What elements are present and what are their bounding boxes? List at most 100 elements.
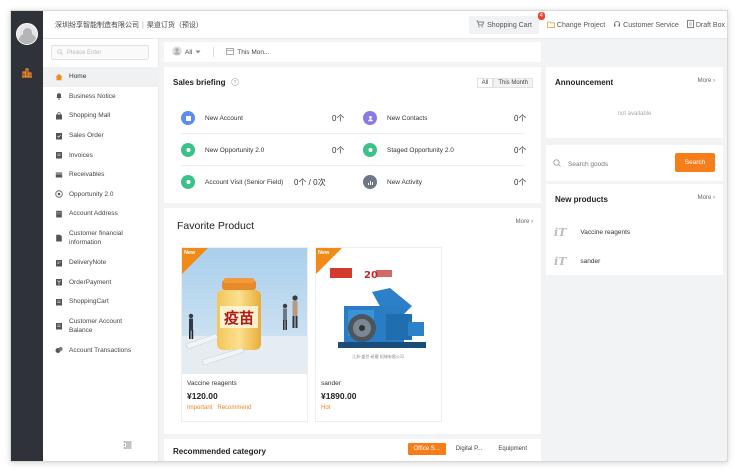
draft-box-link[interactable]: Draft Box [686, 20, 725, 30]
stat-new-activity[interactable]: New Activity [363, 174, 422, 190]
sidebar-item-shopping-cart[interactable]: ShoppingCart [43, 292, 159, 312]
pin-icon [363, 143, 377, 157]
user-icon [172, 46, 182, 58]
contacts-icon [363, 111, 377, 125]
stat-label: New Contacts [387, 114, 428, 122]
tab-equipment[interactable]: Equipment [492, 443, 533, 455]
top-header: 深圳纷享智能制造有限公司 | 渠道订货（预设） Shopping Cart 4 Ch… [43, 11, 727, 39]
product-tag: Recommend [217, 405, 252, 411]
sidebar-item-account-address[interactable]: Account Address [43, 204, 159, 224]
product-price: ¥1890.00 [321, 391, 357, 401]
new-product-name: Vaccine reagents [580, 229, 631, 236]
search-icon [553, 159, 561, 169]
invoice-icon [55, 151, 63, 159]
home-icon [55, 73, 63, 81]
new-products-more-link[interactable]: More › [698, 195, 715, 201]
sidebar-item-label: Customer financial information [69, 230, 123, 247]
vaccine-product-image: 疫苗 New [182, 248, 307, 374]
new-product-item[interactable]: iT sander [554, 255, 600, 268]
announcement-more-link[interactable]: More › [698, 78, 715, 84]
favorite-product-title: Favorite Product [177, 220, 255, 232]
sales-briefing-title: Sales briefing ? [173, 78, 239, 88]
sidebar-item-home[interactable]: Home [43, 67, 159, 87]
stat-label: New Activity [387, 178, 423, 186]
brand-badge-text: 20 [364, 270, 378, 281]
target-icon [55, 190, 63, 199]
search-goods-input[interactable]: Search goods [553, 159, 608, 169]
bar-chart-icon[interactable] [11, 61, 43, 83]
tab-all[interactable]: All [476, 78, 494, 88]
transactions-icon [55, 346, 63, 354]
stat-label: New Opportunity 2.0 [205, 146, 265, 154]
svg-text:?: ? [233, 80, 236, 86]
search-goods-placeholder: Search goods [568, 160, 609, 168]
product-logo-icon: iT [554, 255, 567, 268]
app-window: 深圳纷享智能制造有限公司 | 渠道订货（预设） Shopping Cart 4 Ch… [10, 10, 728, 462]
stat-staged-opportunity[interactable]: Staged Opportunity 2.0 [363, 142, 454, 158]
tab-digital-products[interactable]: Digital P... [450, 443, 489, 455]
sidebar-item-invoices[interactable]: Invoices [43, 145, 159, 165]
new-product-name: sander [580, 258, 601, 265]
stat-new-account[interactable]: New Account [181, 110, 243, 126]
avatar[interactable] [16, 23, 38, 45]
new-products-card: New products More › iT Vaccine reagents … [546, 184, 723, 275]
cart-icon [55, 298, 63, 306]
sidebar-menu: Home Business Notice Shopping Mall Sales… [43, 67, 159, 360]
menu-search-input[interactable]: Please Enter [51, 45, 149, 60]
sidebar-item-label: Account Address [69, 210, 118, 218]
sidebar-item-account-transactions[interactable]: Account Transactions [43, 341, 159, 361]
stat-label: Account Visit (Senior Field) [205, 178, 284, 186]
sidebar-item-business-notice[interactable]: Business Notice [43, 87, 159, 107]
sidebar-item-receivables[interactable]: Receivables [43, 165, 159, 185]
vaccine-label-text: 疫苗 [224, 309, 254, 327]
sidebar-item-account-balance[interactable]: Customer Account Balance [43, 312, 159, 341]
sidebar-item-label: Sales Order [69, 132, 104, 140]
sidebar-item-shopping-mall[interactable]: Shopping Mall [43, 106, 159, 126]
sidebar-item-order-payment[interactable]: OrderPayment [43, 272, 159, 292]
stat-new-contacts[interactable]: New Contacts [363, 110, 427, 126]
announcement-empty-text: not available [617, 111, 652, 117]
bag-icon [55, 112, 63, 120]
tab-office-supplies[interactable]: Office S... [407, 443, 446, 455]
new-product-item[interactable]: iT Vaccine reagents [554, 226, 630, 239]
stat-value: 0个 / 0次 [294, 178, 326, 187]
product-logo-icon: iT [554, 226, 567, 239]
tab-this-month[interactable]: This Month [493, 78, 533, 88]
filter-bar: All This Mon... [164, 42, 541, 62]
customer-service-link[interactable]: Customer Service [613, 20, 679, 30]
owner-filter[interactable]: All [172, 46, 201, 58]
product-card-sander[interactable]: 20 江苏·盛世·研磨 机械有限公司 New sander ¥1890.00 H… [315, 247, 442, 422]
stat-value: 0个 [514, 146, 527, 155]
account-icon [181, 111, 195, 125]
collapse-menu-icon[interactable] [123, 441, 132, 451]
help-icon[interactable]: ? [230, 78, 239, 88]
shopping-cart-label: Shopping Cart [487, 21, 532, 29]
product-card-vaccine[interactable]: 疫苗 New Vaccine reagents ¥120.00 Importan… [181, 247, 308, 422]
sidebar-item-customer-financial[interactable]: Customer financial information [43, 224, 159, 253]
location-icon [181, 175, 195, 189]
sidebar-item-sales-order[interactable]: Sales Order [43, 126, 159, 146]
wallet-icon [55, 322, 63, 330]
stat-new-opportunity[interactable]: New Opportunity 2.0 [181, 142, 264, 158]
cart-count-badge: 4 [537, 12, 545, 20]
sidebar-item-delivery-note[interactable]: DeliveryNote [43, 253, 159, 273]
change-project-link[interactable]: Change Project [547, 21, 605, 30]
activity-chart-icon [363, 175, 377, 189]
stat-account-visit[interactable]: Account Visit (Senior Field) [181, 174, 283, 190]
customer-service-label: Customer Service [623, 21, 679, 29]
sidebar-item-label: Shopping Mall [69, 112, 111, 120]
search-button[interactable]: Search [675, 153, 715, 172]
pin-icon [181, 143, 195, 157]
announcement-title: Announcement [555, 78, 614, 87]
sidebar-item-opportunity[interactable]: Opportunity 2.0 [43, 185, 159, 205]
shopping-cart-button[interactable]: Shopping Cart 4 [469, 12, 545, 34]
period-filter[interactable]: This Mon... [226, 47, 269, 57]
folder-icon [547, 21, 555, 30]
owner-filter-label: All [185, 48, 193, 56]
module-name[interactable]: 渠道订货（预设） [147, 22, 203, 29]
company-name[interactable]: 深圳纷享智能制造有限公司 [55, 22, 139, 29]
recommended-category-card: Recommended category Office S... Digital… [164, 439, 541, 461]
cart-icon [476, 20, 485, 30]
sidebar-item-label: OrderPayment [69, 278, 112, 286]
favorite-more-link[interactable]: More › [516, 219, 533, 225]
